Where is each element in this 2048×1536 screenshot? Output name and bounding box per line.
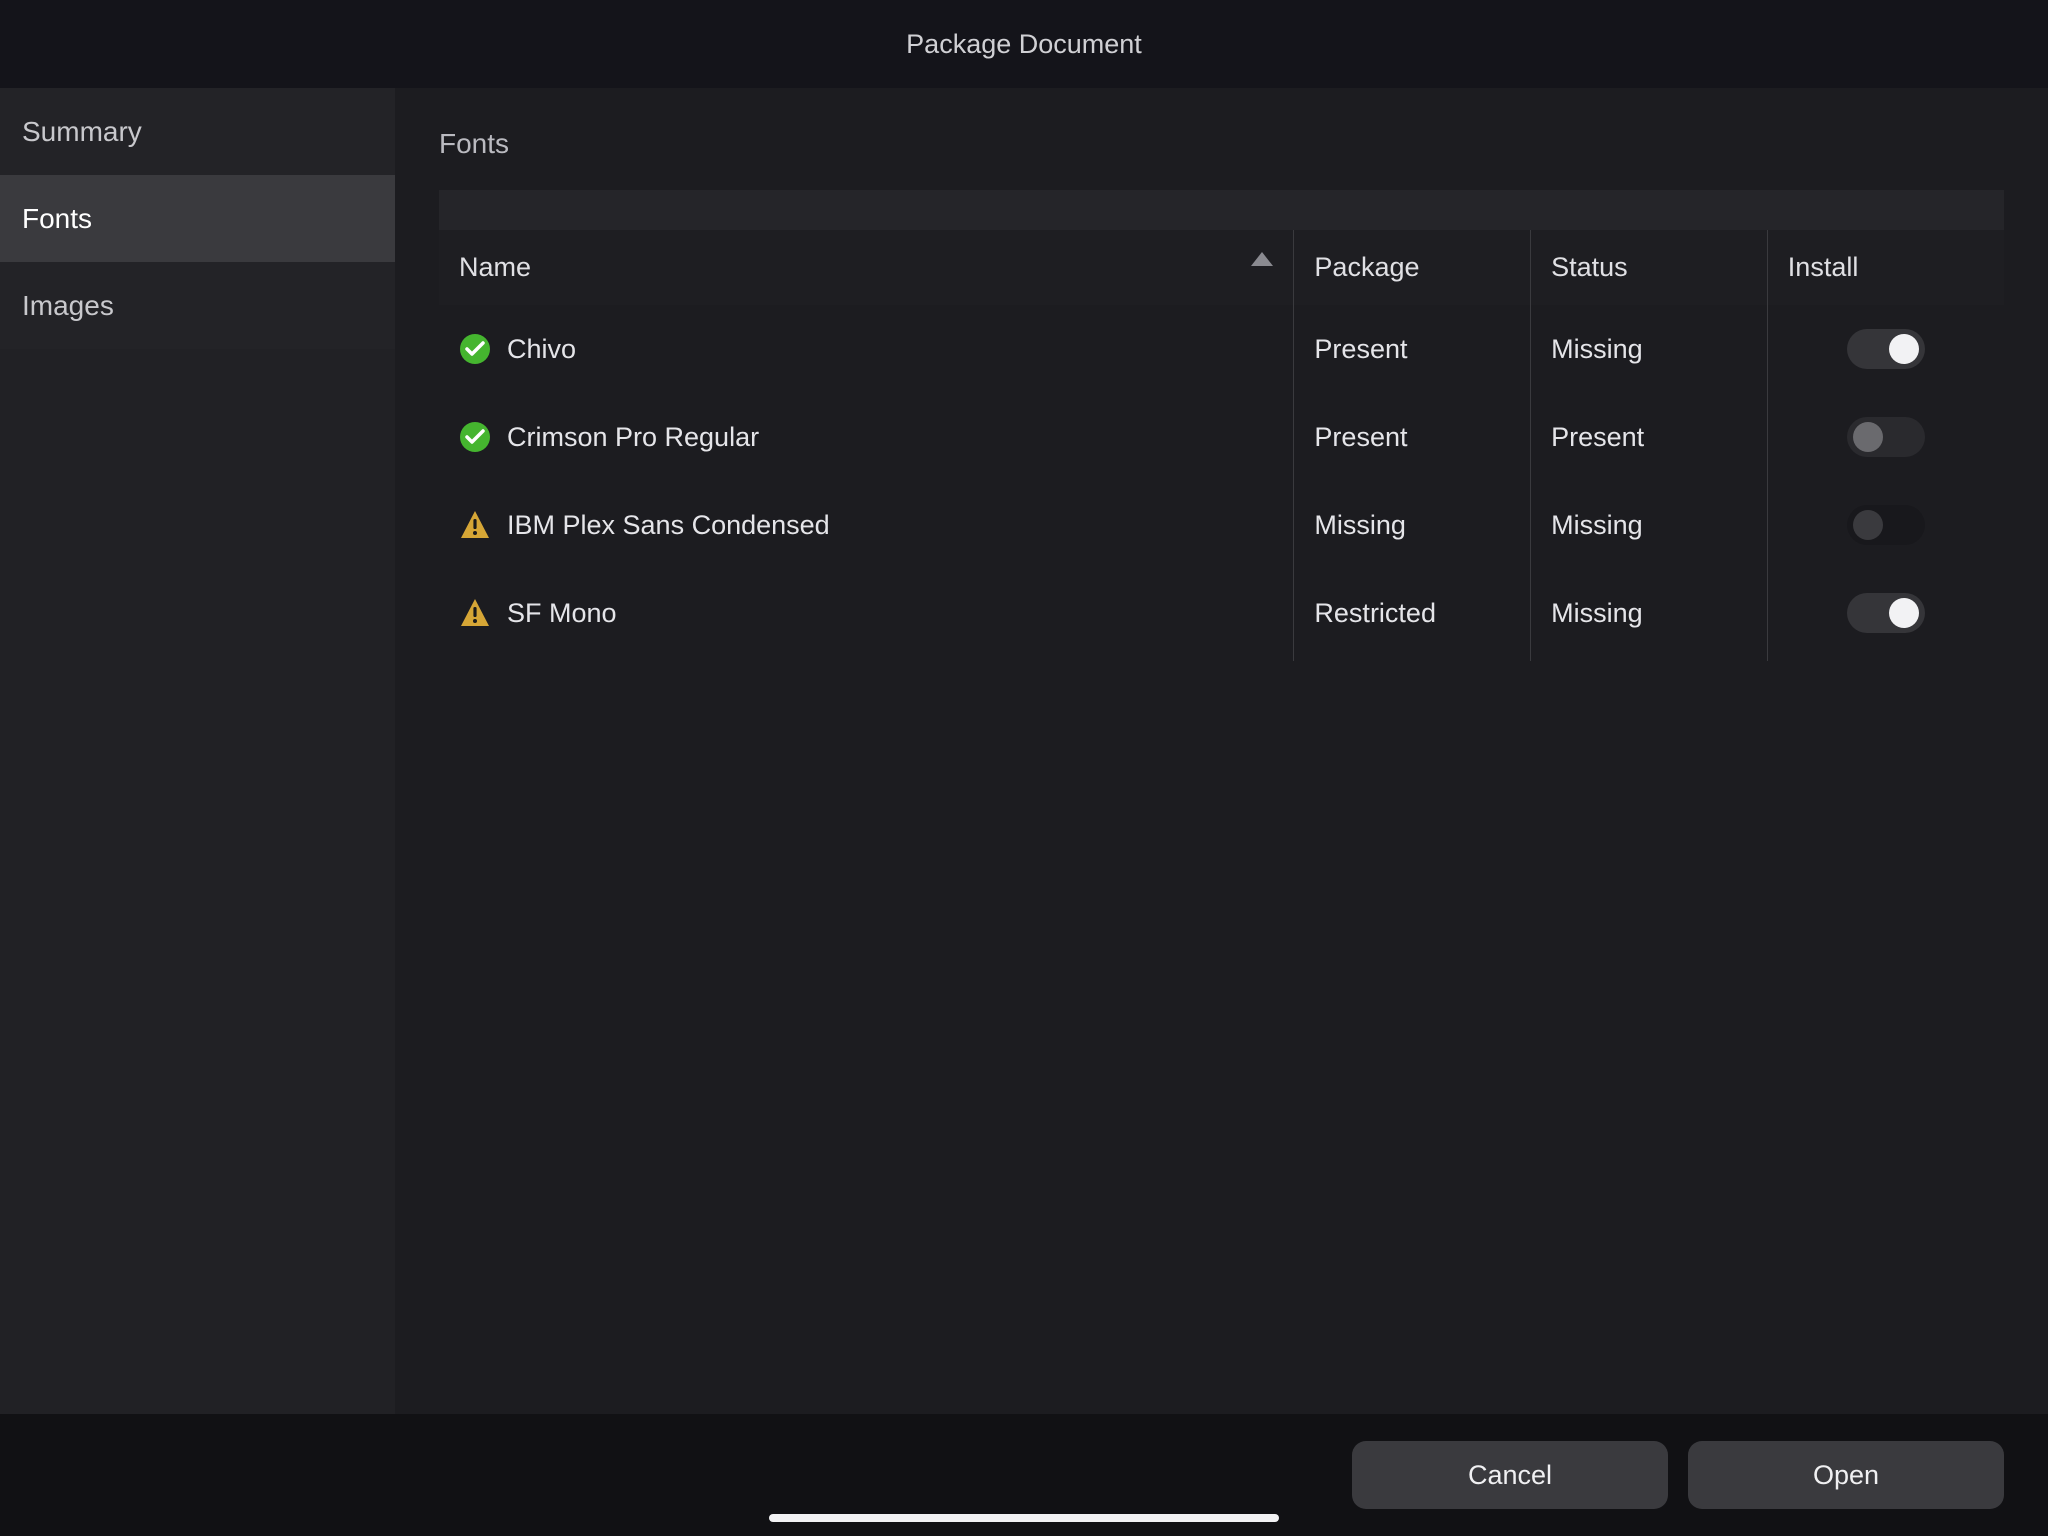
cancel-button[interactable]: Cancel <box>1352 1441 1668 1509</box>
toggle-knob <box>1889 598 1919 628</box>
font-table-wrap: Name Package Status Install <box>439 190 2004 1414</box>
table-row: SF Mono Restricted Missing <box>439 569 2004 661</box>
install-toggle[interactable] <box>1847 505 1925 545</box>
cell-package: Missing <box>1294 481 1531 569</box>
package-value: Present <box>1314 422 1407 452</box>
status-value: Missing <box>1551 334 1643 364</box>
open-button[interactable]: Open <box>1688 1441 2004 1509</box>
sidebar-item-summary[interactable]: Summary <box>0 88 395 175</box>
table-row: Chivo Present Missing <box>439 305 2004 393</box>
table-spacer <box>439 190 2004 230</box>
window-title-text: Package Document <box>906 29 1142 60</box>
install-toggle[interactable] <box>1847 593 1925 633</box>
column-header-name-label: Name <box>459 252 531 282</box>
sidebar-item-label: Summary <box>22 116 142 148</box>
font-name: Chivo <box>507 334 576 365</box>
package-value: Restricted <box>1314 598 1436 628</box>
column-header-install[interactable]: Install <box>1767 230 2004 305</box>
sidebar-item-images[interactable]: Images <box>0 262 395 349</box>
font-name: Crimson Pro Regular <box>507 422 759 453</box>
sort-ascending-icon <box>1251 252 1273 266</box>
toggle-knob <box>1853 510 1883 540</box>
cell-package: Present <box>1294 305 1531 393</box>
cell-name: Chivo <box>439 305 1294 393</box>
status-value: Present <box>1551 422 1644 452</box>
cell-status: Missing <box>1531 569 1768 661</box>
cell-install <box>1767 569 2004 661</box>
checkmark-icon <box>459 333 491 365</box>
cell-name: IBM Plex Sans Condensed <box>439 481 1294 569</box>
column-header-status[interactable]: Status <box>1531 230 1768 305</box>
font-name: SF Mono <box>507 598 617 629</box>
cell-name: Crimson Pro Regular <box>439 393 1294 481</box>
column-header-install-label: Install <box>1788 252 1859 282</box>
status-value: Missing <box>1551 510 1643 540</box>
column-header-package[interactable]: Package <box>1294 230 1531 305</box>
install-toggle[interactable] <box>1847 329 1925 369</box>
cell-package: Present <box>1294 393 1531 481</box>
column-header-package-label: Package <box>1314 252 1419 282</box>
cell-package: Restricted <box>1294 569 1531 661</box>
font-name: IBM Plex Sans Condensed <box>507 510 830 541</box>
cell-install <box>1767 393 2004 481</box>
window-title: Package Document <box>0 0 2048 88</box>
sidebar: Summary Fonts Images <box>0 88 395 1414</box>
table-row: Crimson Pro Regular Present Present <box>439 393 2004 481</box>
table-row: IBM Plex Sans Condensed Missing Missing <box>439 481 2004 569</box>
column-header-status-label: Status <box>1551 252 1628 282</box>
font-table: Name Package Status Install <box>439 190 2004 661</box>
main-panel: Fonts Name <box>395 88 2048 1414</box>
package-value: Missing <box>1314 510 1406 540</box>
checkmark-icon <box>459 421 491 453</box>
status-value: Missing <box>1551 598 1643 628</box>
sidebar-item-label: Images <box>22 290 114 322</box>
cell-install <box>1767 305 2004 393</box>
package-value: Present <box>1314 334 1407 364</box>
cell-status: Missing <box>1531 481 1768 569</box>
cell-name: SF Mono <box>439 569 1294 661</box>
section-title: Fonts <box>439 128 2004 160</box>
cell-status: Missing <box>1531 305 1768 393</box>
warning-icon <box>459 509 491 541</box>
toggle-knob <box>1853 422 1883 452</box>
column-header-name[interactable]: Name <box>439 230 1294 305</box>
sidebar-item-fonts[interactable]: Fonts <box>0 175 395 262</box>
warning-icon <box>459 597 491 629</box>
install-toggle <box>1847 417 1925 457</box>
home-indicator[interactable] <box>769 1514 1279 1522</box>
sidebar-item-label: Fonts <box>22 203 92 235</box>
toggle-knob <box>1889 334 1919 364</box>
cell-status: Present <box>1531 393 1768 481</box>
cell-install <box>1767 481 2004 569</box>
